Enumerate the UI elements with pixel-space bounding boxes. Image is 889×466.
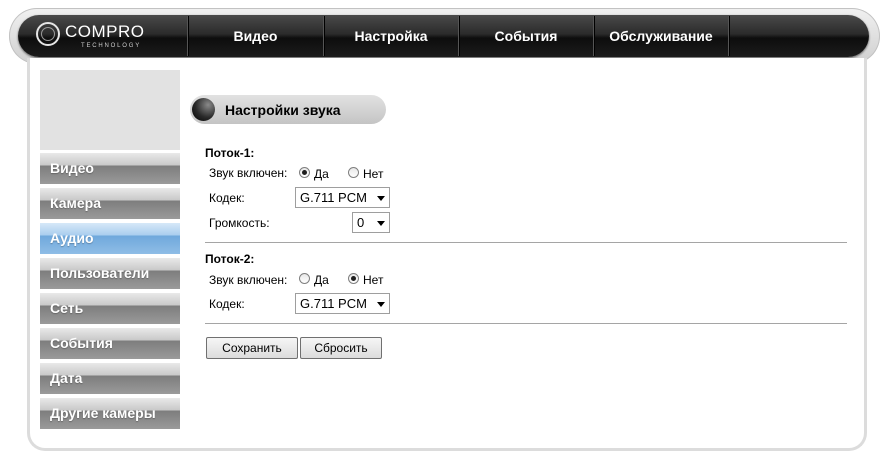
sidebar-item-users[interactable]: Пользователи <box>40 258 180 289</box>
divider <box>205 323 847 324</box>
sidebar-item-date[interactable]: Дата <box>40 363 180 394</box>
chevron-down-icon <box>377 196 385 201</box>
stream1-codec-value: G.711 PCM <box>300 190 367 205</box>
compro-logo: COMPRO TECHNOLOGY <box>36 20 166 54</box>
stream2-audio-no-radio[interactable] <box>348 273 359 284</box>
sidebar-item-other-cameras[interactable]: Другие камеры <box>40 398 180 429</box>
sidebar-item-audio[interactable]: Аудио <box>40 223 180 254</box>
sidebar-header-blank <box>40 70 180 150</box>
sidebar-item-video[interactable]: Видео <box>40 153 180 184</box>
sidebar-item-events[interactable]: События <box>40 328 180 359</box>
section-bullet-icon <box>192 98 215 121</box>
stream2-codec-label: Кодек: <box>209 297 245 311</box>
stream1-audio-yes-label: Да <box>314 167 329 181</box>
nav-separator <box>728 16 729 56</box>
sidebar-item-camera[interactable]: Камера <box>40 188 180 219</box>
stream1-title: Поток-1: <box>205 146 255 160</box>
stream2-audio-enabled-label: Звук включен: <box>209 273 288 287</box>
nav-maintenance[interactable]: Обслуживание <box>594 16 728 56</box>
divider <box>205 242 847 243</box>
chevron-down-icon <box>377 221 385 226</box>
stream2-audio-yes-radio[interactable] <box>299 273 310 284</box>
stream2-codec-value: G.711 PCM <box>300 296 367 311</box>
logo-ring-icon <box>36 22 60 46</box>
chevron-down-icon <box>377 302 385 307</box>
stream2-codec-select[interactable]: G.711 PCM <box>295 293 390 314</box>
section-title: Настройки звука <box>225 102 341 118</box>
stream1-audio-yes-radio[interactable] <box>299 167 310 178</box>
stream1-volume-select[interactable]: 0 <box>352 212 390 233</box>
stream1-volume-value: 0 <box>357 215 365 230</box>
stream2-audio-yes-label: Да <box>314 273 329 287</box>
stream1-audio-enabled-label: Звук включен: <box>209 166 288 180</box>
reset-button[interactable]: Сбросить <box>300 337 382 359</box>
logo-subtext: TECHNOLOGY <box>81 43 142 49</box>
stream1-codec-select[interactable]: G.711 PCM <box>295 187 390 208</box>
nav-settings[interactable]: Настройка <box>324 16 458 56</box>
stream1-codec-label: Кодек: <box>209 191 245 205</box>
nav-events[interactable]: События <box>459 16 593 56</box>
logo-text: COMPRO <box>65 22 145 41</box>
stream1-volume-label: Громкость: <box>209 216 270 230</box>
sidebar-item-network[interactable]: Сеть <box>40 293 180 324</box>
stream2-audio-no-label: Нет <box>363 273 384 287</box>
stream1-audio-no-radio[interactable] <box>348 167 359 178</box>
nav-video[interactable]: Видео <box>188 16 323 56</box>
save-button[interactable]: Сохранить <box>206 337 298 359</box>
stream1-audio-no-label: Нет <box>363 167 384 181</box>
stream2-title: Поток-2: <box>205 252 255 266</box>
